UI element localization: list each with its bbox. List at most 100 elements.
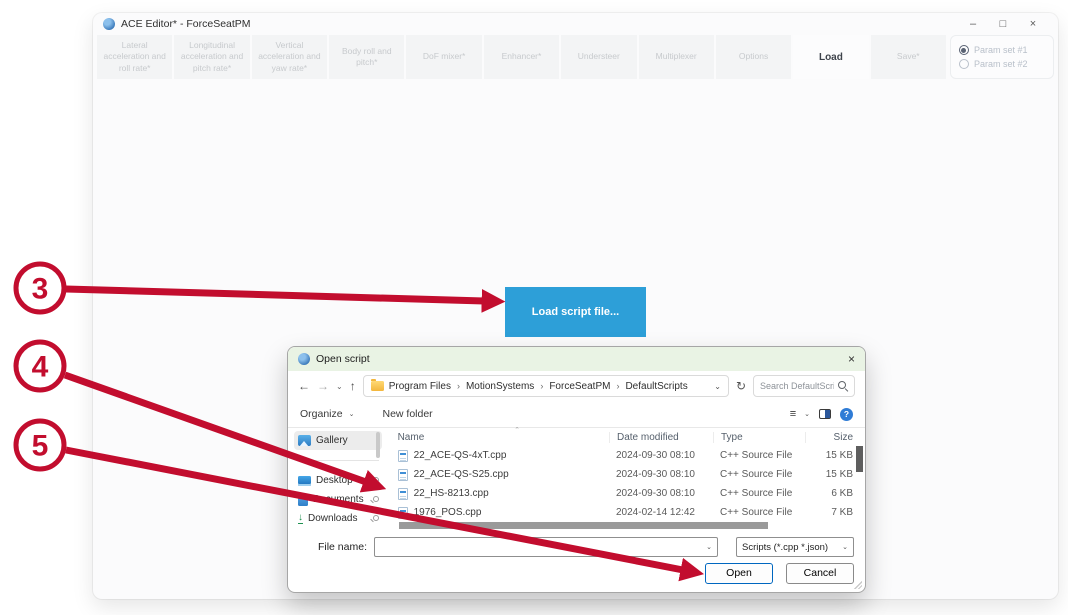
param-set-2-label: Param set #2: [974, 59, 1028, 69]
tab-options[interactable]: Options: [716, 35, 791, 79]
file-name-input[interactable]: [380, 542, 706, 553]
column-header-name[interactable]: Name: [398, 432, 609, 443]
app-icon: [103, 18, 115, 30]
file-name: 22_ACE-QS-S25.cpp: [414, 469, 509, 480]
search-input[interactable]: [760, 381, 834, 391]
tab-body-roll-pitch[interactable]: Body roll and pitch*: [329, 35, 404, 79]
cpp-file-icon: [398, 507, 408, 519]
address-bar: ← → ⌄ ↑ Program Files › MotionSystems › …: [288, 371, 865, 401]
up-icon[interactable]: ↑: [350, 379, 356, 393]
param-set-2-option[interactable]: Param set #2: [959, 59, 1045, 69]
dialog-close-button[interactable]: ×: [829, 352, 855, 366]
breadcrumb-segment[interactable]: DefaultScripts: [625, 381, 687, 392]
tab-understeer[interactable]: Understeer: [561, 35, 636, 79]
window-titlebar: ACE Editor* - ForceSeatPM – □ ×: [93, 13, 1058, 35]
tab-lateral-accel-roll[interactable]: Lateral acceleration and roll rate*: [97, 35, 172, 79]
column-header-size[interactable]: Size: [805, 432, 865, 443]
tab-vertical-accel-yaw[interactable]: Vertical acceleration and yaw rate*: [252, 35, 327, 79]
callout-number-4: 4: [32, 351, 49, 384]
tab-save[interactable]: Save*: [871, 35, 946, 79]
breadcrumb-segment[interactable]: ForceSeatPM: [549, 381, 610, 392]
open-button[interactable]: Open: [705, 563, 773, 584]
breadcrumb-separator-icon: ›: [456, 381, 461, 391]
minimize-button[interactable]: –: [958, 18, 988, 30]
search-icon: [838, 381, 848, 391]
file-list-vertical-scrollbar[interactable]: [856, 446, 863, 472]
dialog-app-icon: [298, 353, 310, 365]
column-header-date-modified[interactable]: Date modified: [609, 432, 713, 443]
dialog-title: Open script: [316, 353, 370, 365]
file-name: 1976_POS.cpp: [414, 507, 482, 518]
close-button[interactable]: ×: [1018, 18, 1048, 30]
breadcrumb[interactable]: Program Files › MotionSystems › ForceSea…: [363, 375, 729, 397]
file-type: C++ Source File: [713, 488, 805, 499]
column-header-type[interactable]: Type: [713, 432, 805, 443]
sidebar-item-desktop[interactable]: Desktop: [294, 471, 382, 490]
breadcrumb-segment[interactable]: Program Files: [389, 381, 451, 392]
new-folder-button[interactable]: New folder: [382, 408, 432, 420]
view-mode-caret-icon[interactable]: ⌄: [804, 410, 810, 418]
file-type: C++ Source File: [713, 469, 805, 480]
dialog-body: Gallery Desktop Documents ↓ Downloads: [288, 428, 865, 532]
param-set-1-option[interactable]: Param set #1: [959, 45, 1045, 55]
recent-locations-icon[interactable]: ⌄: [336, 382, 343, 391]
file-list: Name ˆ Date modified Type Size 22_ACE-QS…: [384, 428, 865, 532]
sidebar-item-label: Gallery: [316, 435, 348, 446]
downloads-icon: ↓: [298, 513, 303, 525]
file-date: 2024-02-14 12:42: [609, 507, 713, 518]
back-icon[interactable]: ←: [298, 379, 310, 393]
view-mode-icon[interactable]: ≡: [790, 408, 795, 420]
help-icon[interactable]: ?: [840, 408, 853, 421]
preview-pane-icon[interactable]: [819, 409, 831, 419]
file-name-dropdown-icon[interactable]: ⌄: [706, 543, 712, 551]
maximize-button[interactable]: □: [988, 18, 1018, 30]
sidebar-item-label: Desktop: [316, 475, 353, 486]
cancel-button[interactable]: Cancel: [786, 563, 854, 584]
tab-multiplexer[interactable]: Multiplexer: [639, 35, 714, 79]
tab-longitudinal-accel-pitch[interactable]: Longitudinal acceleration and pitch rate…: [174, 35, 249, 79]
callout-circle-5: [16, 421, 64, 469]
organize-button[interactable]: Organize: [300, 408, 343, 420]
file-size: 6 KB: [805, 488, 865, 499]
sidebar-divider: [297, 460, 379, 461]
radio-param-set-1[interactable]: [959, 45, 969, 55]
file-row[interactable]: 22_ACE-QS-4xT.cpp 2024-09-30 08:10 C++ S…: [398, 446, 865, 465]
file-list-horizontal-scrollbar[interactable]: [399, 522, 768, 529]
cpp-file-icon: [398, 469, 408, 481]
navigation-sidebar: Gallery Desktop Documents ↓ Downloads: [288, 428, 384, 532]
dialog-resize-grip[interactable]: [854, 581, 862, 589]
window-title: ACE Editor* - ForceSeatPM: [121, 18, 251, 30]
file-type-filter-value: Scripts (*.cpp *.json): [742, 542, 839, 553]
callout-circle-3: [16, 264, 64, 312]
file-date: 2024-09-30 08:10: [609, 469, 713, 480]
sidebar-scrollbar[interactable]: [376, 432, 380, 458]
pin-icon: [369, 495, 378, 504]
sidebar-item-downloads[interactable]: ↓ Downloads: [294, 509, 382, 528]
load-script-file-button[interactable]: Load script file...: [505, 287, 646, 337]
file-type-filter-dropdown[interactable]: Scripts (*.cpp *.json) ⌄: [736, 537, 854, 557]
breadcrumb-segment[interactable]: MotionSystems: [466, 381, 534, 392]
file-row[interactable]: 22_HS-8213.cpp 2024-09-30 08:10 C++ Sour…: [398, 484, 865, 503]
file-row[interactable]: 1976_POS.cpp 2024-02-14 12:42 C++ Source…: [398, 503, 865, 522]
dialog-titlebar: Open script ×: [288, 347, 865, 371]
forward-icon[interactable]: →: [317, 379, 329, 393]
file-size: 7 KB: [805, 507, 865, 518]
sidebar-item-documents[interactable]: Documents: [294, 490, 382, 509]
tab-load[interactable]: Load: [793, 35, 868, 79]
address-dropdown-icon[interactable]: ⌄: [714, 382, 721, 391]
refresh-icon[interactable]: ↻: [736, 379, 746, 393]
open-script-dialog: Open script × ← → ⌄ ↑ Program Files › Mo…: [287, 346, 866, 593]
file-name-field[interactable]: ⌄: [374, 537, 718, 557]
radio-param-set-2[interactable]: [959, 59, 969, 69]
documents-icon: [298, 494, 308, 506]
file-name-row: File name: ⌄ Scripts (*.cpp *.json) ⌄: [288, 534, 865, 560]
sidebar-item-gallery[interactable]: Gallery: [294, 431, 382, 450]
dialog-toolbar: Organize ⌄ New folder ≡ ⌄ ?: [288, 401, 865, 428]
filter-dropdown-icon: ⌄: [842, 543, 848, 551]
search-box[interactable]: [753, 375, 855, 397]
tab-dof-mixer[interactable]: DoF mixer*: [406, 35, 481, 79]
tab-enhancer[interactable]: Enhancer*: [484, 35, 559, 79]
file-row[interactable]: 22_ACE-QS-S25.cpp 2024-09-30 08:10 C++ S…: [398, 465, 865, 484]
file-list-header: Name ˆ Date modified Type Size: [398, 428, 865, 446]
toolbar-right-icons: ≡ ⌄ ?: [790, 408, 853, 421]
